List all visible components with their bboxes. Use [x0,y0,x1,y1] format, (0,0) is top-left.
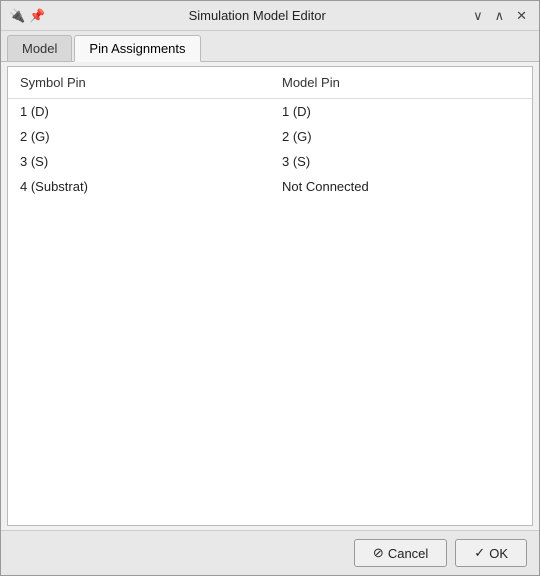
simulation-model-editor-window: 🔌 📌 Simulation Model Editor ∨ ∧ ✕ Model … [0,0,540,576]
footer: ⊘ Cancel ✓ OK [1,530,539,575]
window-title: Simulation Model Editor [45,8,469,23]
title-bar: 🔌 📌 Simulation Model Editor ∨ ∧ ✕ [1,1,539,31]
table-header-row: Symbol Pin Model Pin [8,67,532,99]
symbol-pin-cell: 1 (D) [8,99,270,125]
column-header-symbol-pin: Symbol Pin [8,67,270,99]
tab-model-label: Model [22,41,57,56]
app-icons: 🔌 📌 [9,8,45,24]
tab-model[interactable]: Model [7,35,72,61]
symbol-pin-cell: 2 (G) [8,124,270,149]
model-pin-cell: 1 (D) [270,99,532,125]
cancel-icon: ⊘ [373,545,384,561]
minimize-button[interactable]: ∨ [469,8,487,24]
ok-icon: ✓ [474,545,485,561]
pin-table: Symbol Pin Model Pin 1 (D)1 (D)2 (G)2 (G… [8,67,532,199]
symbol-pin-cell: 3 (S) [8,149,270,174]
model-pin-cell: 3 (S) [270,149,532,174]
app-icon-2: 📌 [29,8,45,24]
close-button[interactable]: ✕ [512,8,531,24]
table-row: 2 (G)2 (G) [8,124,532,149]
column-header-model-pin: Model Pin [270,67,532,99]
window-controls: ∨ ∧ ✕ [469,8,531,24]
tab-bar: Model Pin Assignments [1,31,539,62]
tab-pin-assignments-label: Pin Assignments [89,41,185,56]
content-area: Symbol Pin Model Pin 1 (D)1 (D)2 (G)2 (G… [7,66,533,526]
app-icon-1: 🔌 [9,8,25,24]
table-row: 4 (Substrat)Not Connected [8,174,532,199]
ok-label: OK [489,546,508,561]
title-bar-left: 🔌 📌 [9,8,45,24]
table-row: 3 (S)3 (S) [8,149,532,174]
symbol-pin-cell: 4 (Substrat) [8,174,270,199]
ok-button[interactable]: ✓ OK [455,539,527,567]
cancel-label: Cancel [388,546,428,561]
cancel-button[interactable]: ⊘ Cancel [354,539,447,567]
tab-pin-assignments[interactable]: Pin Assignments [74,35,200,62]
maximize-button[interactable]: ∧ [491,8,509,24]
model-pin-cell: 2 (G) [270,124,532,149]
table-row: 1 (D)1 (D) [8,99,532,125]
model-pin-cell: Not Connected [270,174,532,199]
